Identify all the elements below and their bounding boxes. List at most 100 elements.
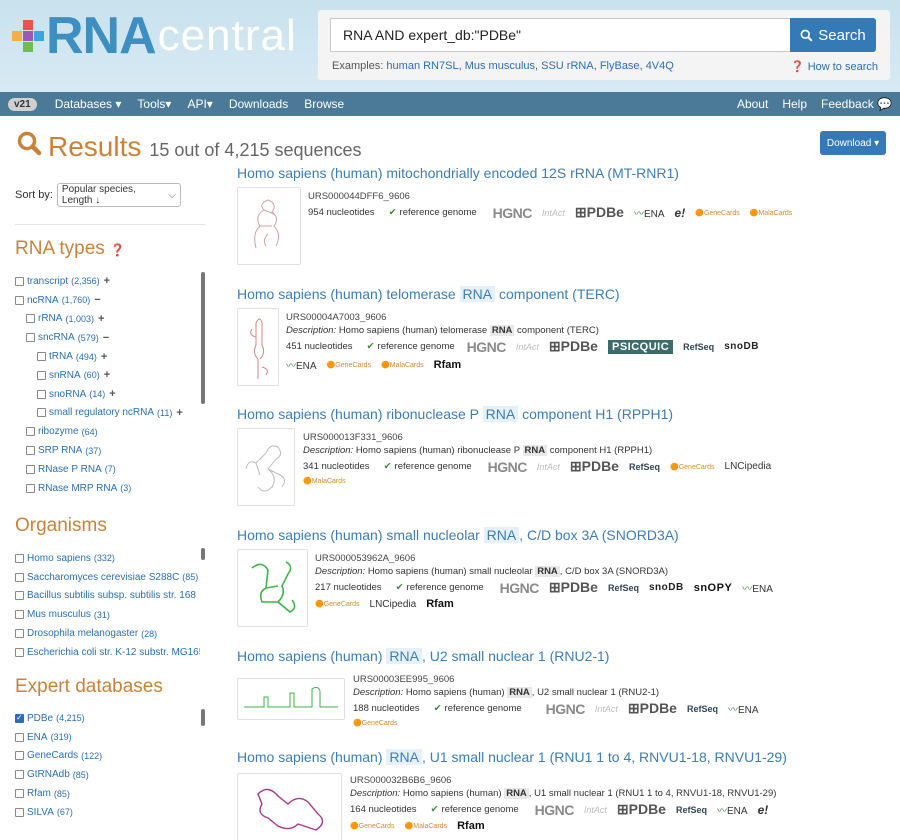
search-input[interactable] xyxy=(330,18,790,52)
facet-item[interactable]: snRNA (60) + xyxy=(15,366,200,385)
example-link[interactable]: human RN7SL xyxy=(386,60,458,72)
pdbe-logo[interactable]: ⊞PDBe xyxy=(617,801,666,818)
facet-item[interactable]: SILVA (67) xyxy=(15,803,200,822)
snodb-logo[interactable]: snoDB xyxy=(724,341,759,352)
malacards-logo[interactable]: 🟠MalaCards xyxy=(303,477,346,485)
malacards-logo[interactable]: 🟠MalaCards xyxy=(750,209,793,217)
facet-item[interactable]: GeneCards (122) xyxy=(15,747,200,766)
intact-logo[interactable]: IntAct xyxy=(537,462,560,472)
ensembl-logo[interactable]: e! xyxy=(675,206,686,220)
pdbe-logo[interactable]: ⊞PDBe xyxy=(549,579,598,596)
expand-icon[interactable]: + xyxy=(109,388,115,400)
expand-icon[interactable]: + xyxy=(104,275,110,287)
facet-item[interactable]: RNase MRP RNA (3) xyxy=(15,479,200,498)
secondary-structure-thumbnail[interactable] xyxy=(237,549,308,627)
nav-tools[interactable]: Tools▾ xyxy=(137,97,171,111)
facet-item[interactable]: Mus musculus (31) xyxy=(15,605,200,624)
refseq-logo[interactable]: RefSeq xyxy=(629,462,660,472)
secondary-structure-thumbnail[interactable] xyxy=(237,773,342,840)
facet-item[interactable]: ribozyme (64) xyxy=(15,422,200,441)
hgnc-logo[interactable]: HGNC xyxy=(467,339,507,355)
ena-logo[interactable]: 〰ENA xyxy=(717,802,748,817)
secondary-structure-thumbnail[interactable] xyxy=(237,678,345,720)
search-button[interactable]: Search xyxy=(790,18,876,52)
hgnc-logo[interactable]: HGNC xyxy=(488,459,528,475)
hgnc-logo[interactable]: HGNC xyxy=(535,802,575,818)
checkbox[interactable] xyxy=(15,591,24,601)
facet-item[interactable]: rRNA (1,003) + xyxy=(15,310,200,329)
ena-logo[interactable]: 〰ENA xyxy=(634,205,665,220)
expand-icon[interactable]: + xyxy=(98,313,104,325)
hgnc-logo[interactable]: HGNC xyxy=(500,580,540,596)
result-title[interactable]: Homo sapiens (human) small nucleolar RNA… xyxy=(237,527,887,543)
expand-icon[interactable]: + xyxy=(104,369,110,381)
nav-help[interactable]: Help xyxy=(782,97,807,111)
facet-item[interactable]: Homo sapiens (332) xyxy=(15,549,200,568)
facet-item[interactable]: RNase P RNA (7) xyxy=(15,460,200,479)
facet-item[interactable]: Escherichia coli str. K-12 substr. MG165… xyxy=(15,643,200,662)
ena-logo[interactable]: 〰ENA xyxy=(742,580,773,595)
checkbox[interactable] xyxy=(26,333,35,343)
hgnc-logo[interactable]: HGNC xyxy=(493,205,533,221)
facet-item[interactable]: ncRNA (1,760) − xyxy=(15,291,200,310)
checkbox[interactable] xyxy=(26,483,35,493)
checkbox[interactable] xyxy=(15,647,24,657)
nav-downloads[interactable]: Downloads xyxy=(229,97,288,111)
result-title[interactable]: Homo sapiens (human) telomerase RNA comp… xyxy=(237,286,887,302)
help-circle-icon[interactable]: ❓ xyxy=(110,243,125,257)
facet-item[interactable]: PDBe(4,215) xyxy=(15,709,200,728)
refseq-logo[interactable]: RefSeq xyxy=(608,583,639,593)
intact-logo[interactable]: IntAct xyxy=(584,805,607,815)
genecards-logo[interactable]: 🟠GeneCards xyxy=(695,209,740,217)
checkbox[interactable] xyxy=(26,446,35,456)
genecards-logo[interactable]: 🟠GeneCards xyxy=(327,361,372,369)
snodb-logo[interactable]: snoDB xyxy=(649,582,684,593)
facet-item[interactable]: Rfam (85) xyxy=(15,784,200,803)
refseq-logo[interactable]: RefSeq xyxy=(676,805,707,815)
rfam-logo[interactable]: Rfam xyxy=(426,598,454,610)
nav-about[interactable]: About xyxy=(737,97,768,111)
checkbox[interactable] xyxy=(15,751,24,761)
hgnc-logo[interactable]: HGNC xyxy=(546,701,586,717)
refseq-logo[interactable]: RefSeq xyxy=(687,704,718,714)
scrollbar[interactable] xyxy=(201,548,205,560)
expand-icon[interactable]: + xyxy=(176,407,182,419)
nav-browse[interactable]: Browse xyxy=(304,97,344,111)
checkbox[interactable] xyxy=(15,732,24,742)
result-title[interactable]: Homo sapiens (human) RNA, U1 small nucle… xyxy=(237,749,887,765)
genecards-logo[interactable]: 🟠GeneCards xyxy=(315,600,360,608)
psicquic-logo[interactable]: PSICQUIC xyxy=(607,339,674,354)
collapse-icon[interactable]: − xyxy=(103,332,109,344)
scrollbar[interactable] xyxy=(201,272,205,404)
secondary-structure-thumbnail[interactable] xyxy=(237,428,295,506)
checkbox[interactable] xyxy=(15,553,24,563)
snopy-logo[interactable]: snOPY xyxy=(694,582,733,594)
ena-logo[interactable]: 〰ENA xyxy=(286,357,317,372)
download-button[interactable]: Download ▾ xyxy=(820,131,886,155)
example-link[interactable]: SSU rRNA xyxy=(541,60,594,72)
result-title[interactable]: Homo sapiens (human) RNA, U2 small nucle… xyxy=(237,648,887,664)
version-badge[interactable]: v21 xyxy=(8,97,37,111)
nav-api[interactable]: API▾ xyxy=(187,97,212,111)
nav-feedback[interactable]: Feedback 💬 xyxy=(821,97,892,111)
pdbe-logo[interactable]: ⊞PDBe xyxy=(575,204,624,221)
checkbox[interactable] xyxy=(37,352,46,362)
checkbox[interactable] xyxy=(15,789,24,799)
facet-item[interactable]: Drosophila melanogaster (28) xyxy=(15,624,200,643)
checkbox[interactable] xyxy=(15,610,24,620)
checkbox[interactable] xyxy=(15,629,24,639)
rfam-logo[interactable]: Rfam xyxy=(434,359,462,371)
intact-logo[interactable]: IntAct xyxy=(542,208,565,218)
ena-logo[interactable]: 〰ENA xyxy=(728,701,759,716)
malacards-logo[interactable]: 🟠MalaCards xyxy=(381,361,424,369)
genecards-logo[interactable]: 🟠GeneCards xyxy=(353,719,398,727)
facet-item[interactable]: sncRNA (579) − xyxy=(15,328,200,347)
facet-item[interactable]: Saccharomyces cerevisiae S288C (85) xyxy=(15,568,200,587)
example-link[interactable]: FlyBase xyxy=(600,60,640,72)
facet-item[interactable]: transcript (2,356) + xyxy=(15,272,200,291)
checkbox[interactable] xyxy=(26,427,35,437)
secondary-structure-thumbnail[interactable] xyxy=(237,308,279,386)
rfam-logo[interactable]: Rfam xyxy=(457,820,485,832)
sort-select[interactable]: Popular species, Length ↓ ⌵ xyxy=(56,183,181,207)
facet-item[interactable]: snoRNA (14) + xyxy=(15,385,200,404)
